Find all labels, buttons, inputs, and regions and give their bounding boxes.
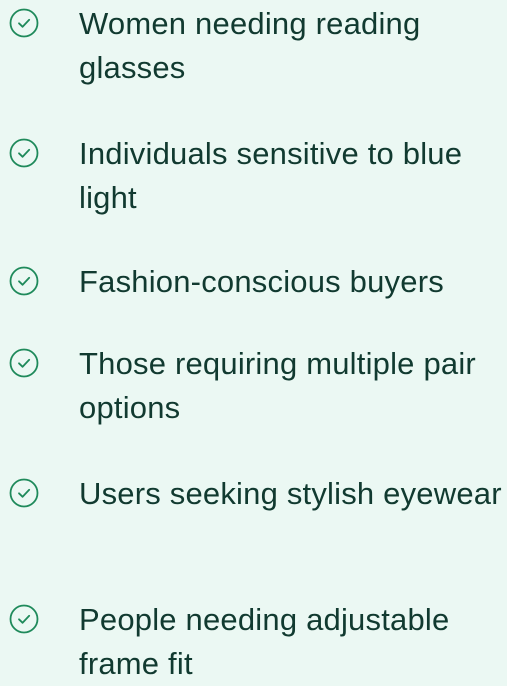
check-circle-icon (9, 478, 39, 508)
list-item-label: Fashion-conscious buyers (79, 264, 444, 299)
check-circle-icon (9, 604, 39, 634)
check-circle-icon (9, 348, 39, 378)
list-item-label: Women needing reading glasses (79, 6, 421, 85)
check-circle-icon (9, 8, 39, 38)
list-item-label: People needing adjustable frame fit (79, 602, 450, 681)
list-item-label: Those requiring multiple pair options (79, 346, 476, 425)
list-item-label: Users seeking stylish eyewear (79, 476, 502, 511)
check-circle-icon (9, 138, 39, 168)
list-item-label: Individuals sensitive to blue light (79, 136, 463, 215)
check-circle-icon (9, 266, 39, 296)
